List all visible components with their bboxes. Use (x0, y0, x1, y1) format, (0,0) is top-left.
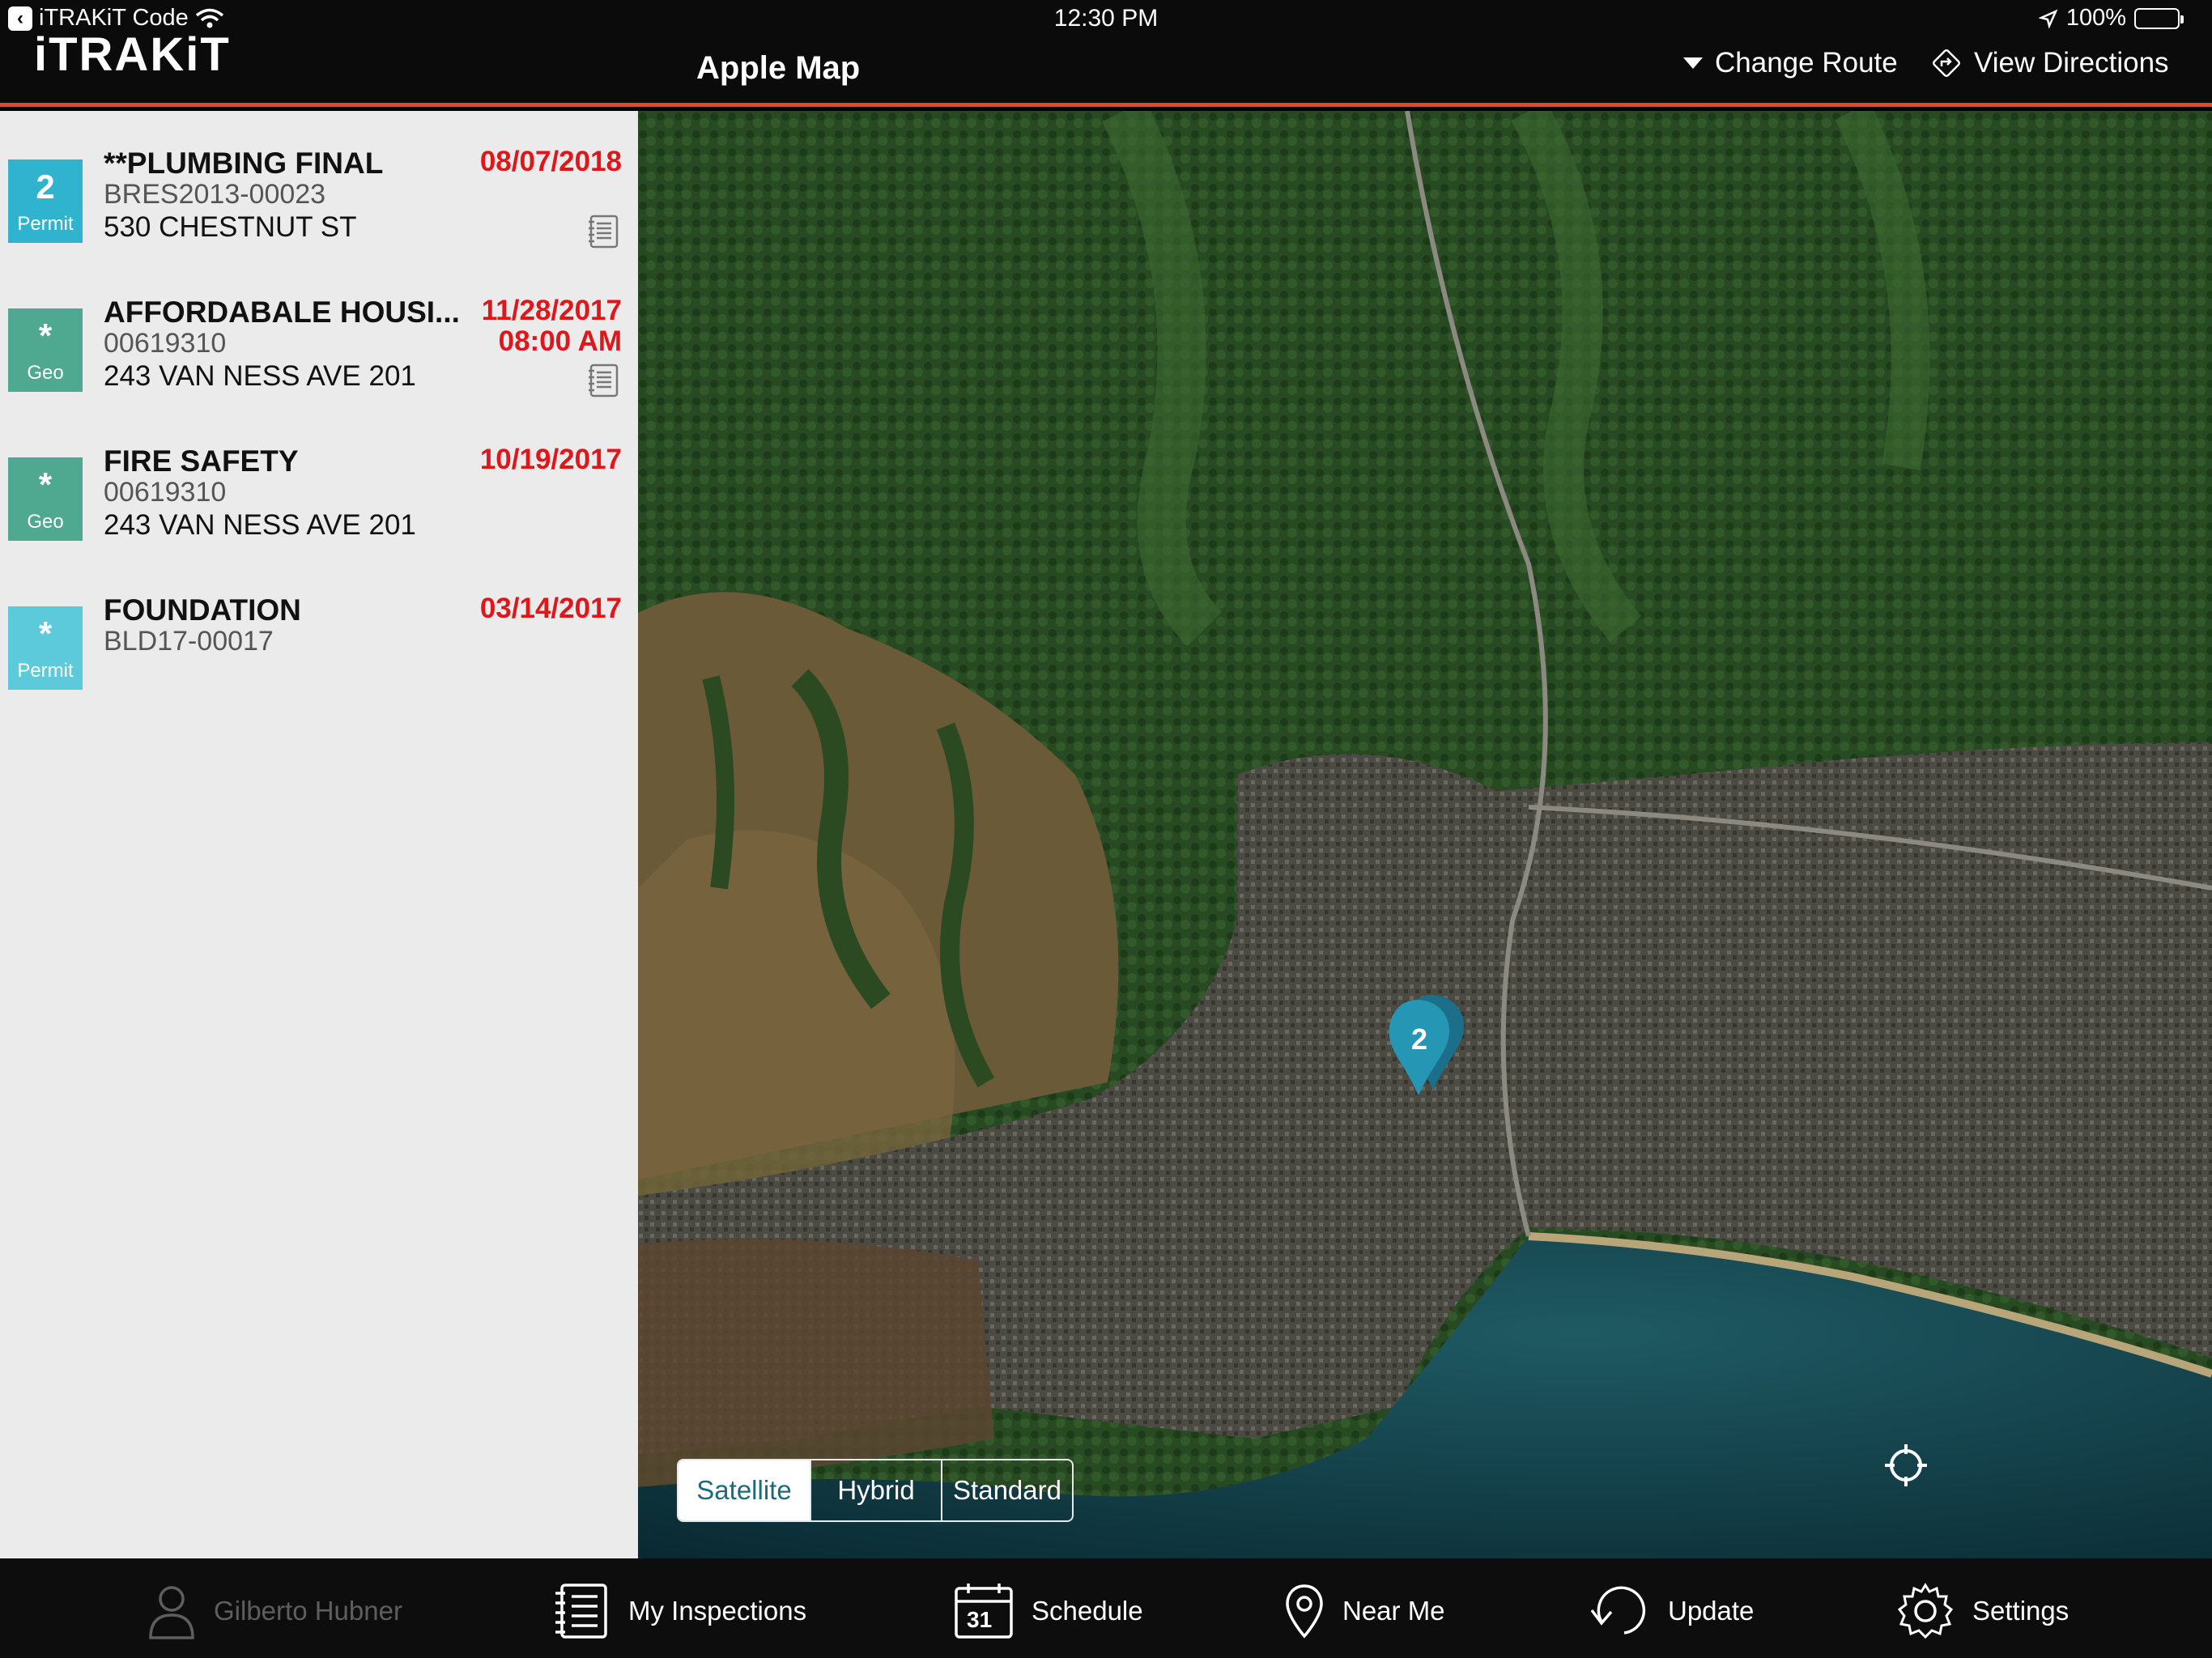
cluster-count: 2 (1410, 1022, 1428, 1056)
permit-badge: 2 Permit (8, 159, 83, 243)
satellite-map[interactable]: 2 Satellite Hybrid Standard (638, 111, 2212, 1558)
inspection-number: 00619310 (104, 328, 227, 359)
tab-my-inspections[interactable]: My Inspections (554, 1583, 806, 1639)
map-type-hybrid[interactable]: Hybrid (811, 1460, 942, 1520)
view-directions-button[interactable]: View Directions (1930, 47, 2169, 79)
calendar-day: 31 (967, 1607, 993, 1632)
gear-icon (1897, 1583, 1954, 1639)
user-icon (149, 1586, 194, 1639)
map-type-selector[interactable]: Satellite Hybrid Standard (677, 1459, 1074, 1522)
map-type-satellite[interactable]: Satellite (678, 1460, 811, 1520)
tab-user[interactable]: Gilberto Hubner (147, 1583, 402, 1639)
app-logo: iTRAKiT (34, 28, 231, 81)
inspection-number: BRES2013-00023 (104, 179, 326, 210)
inspections-icon (555, 1584, 607, 1639)
inspection-title: FIRE SAFETY (104, 444, 299, 478)
map-type-standard[interactable]: Standard (942, 1460, 1072, 1520)
tab-update-label: Update (1668, 1596, 1755, 1626)
tab-update[interactable]: Update (1587, 1583, 1754, 1639)
locate-me-icon[interactable] (1883, 1443, 1929, 1488)
cluster-pin[interactable]: 2 (1381, 990, 1470, 1103)
caret-down-icon (1683, 57, 1703, 69)
page-title: Apple Map (696, 50, 861, 86)
change-route-button[interactable]: Change Route (1682, 47, 1898, 79)
tab-near-me[interactable]: Near Me (1284, 1583, 1445, 1639)
inspection-address: 243 VAN NESS AVE 201 (104, 360, 416, 392)
tab-settings[interactable]: Settings (1896, 1583, 2069, 1639)
refresh-icon (1590, 1586, 1646, 1635)
inspection-title: AFFORDABALE HOUSI... (104, 295, 460, 329)
change-route-label: Change Route (1715, 47, 1898, 79)
status-battery: 100% (2038, 5, 2184, 32)
list-item[interactable]: 2 Permit **PLUMBING FINAL BRES2013-00023… (0, 111, 638, 260)
inspection-date: 10/19/2017 (479, 444, 622, 475)
inspection-date: 08/07/2018 (479, 146, 622, 177)
inspection-time: 08:00 AM (498, 325, 622, 357)
view-directions-label: View Directions (1974, 47, 2169, 79)
inspection-date: 11/28/2017 08:00 AM (481, 295, 622, 357)
notes-icon[interactable] (588, 363, 620, 397)
tab-schedule[interactable]: 31 Schedule (954, 1583, 1143, 1639)
tab-settings-label: Settings (1972, 1596, 2069, 1626)
directions-icon (1933, 49, 1960, 77)
tab-near-me-label: Near Me (1342, 1596, 1445, 1626)
app-header: ‹ iTRAKiT Code 12:30 PM 100% iTRAKiT App… (0, 0, 2212, 107)
notes-icon[interactable] (588, 215, 620, 249)
geo-badge: * Geo (8, 457, 83, 541)
inspection-list: 2 Permit **PLUMBING FINAL BRES2013-00023… (0, 111, 638, 1558)
list-item[interactable]: * Geo FIRE SAFETY 00619310 243 VAN NESS … (0, 409, 638, 558)
status-time: 12:30 PM (1053, 5, 1159, 32)
inspection-address: 530 CHESTNUT ST (104, 211, 357, 243)
map-imagery (638, 111, 2212, 1558)
battery-percent: 100% (2065, 5, 2126, 31)
list-item[interactable]: * Permit FOUNDATION BLD17-00017 03/14/20… (0, 558, 638, 707)
permit-badge: * Permit (8, 606, 83, 690)
location-pin-icon (1286, 1584, 1323, 1639)
user-name: Gilberto Hubner (214, 1596, 402, 1626)
list-item[interactable]: * Geo AFFORDABALE HOUSI... 00619310 243 … (0, 260, 638, 409)
inspection-title: **PLUMBING FINAL (104, 147, 384, 180)
bottom-tab-bar: Gilberto Hubner My Inspections 31 Schedu… (0, 1558, 2212, 1658)
inspection-title: FOUNDATION (104, 593, 301, 627)
inspection-date: 03/14/2017 (479, 593, 622, 624)
inspection-number: 00619310 (104, 477, 227, 508)
inspection-number: BLD17-00017 (104, 626, 274, 657)
battery-icon (2134, 7, 2184, 29)
tab-schedule-label: Schedule (1032, 1596, 1143, 1626)
inspection-address: 243 VAN NESS AVE 201 (104, 509, 416, 541)
geo-badge: * Geo (8, 308, 83, 392)
location-arrow-icon (2038, 9, 2058, 28)
tab-my-inspections-label: My Inspections (628, 1596, 807, 1626)
